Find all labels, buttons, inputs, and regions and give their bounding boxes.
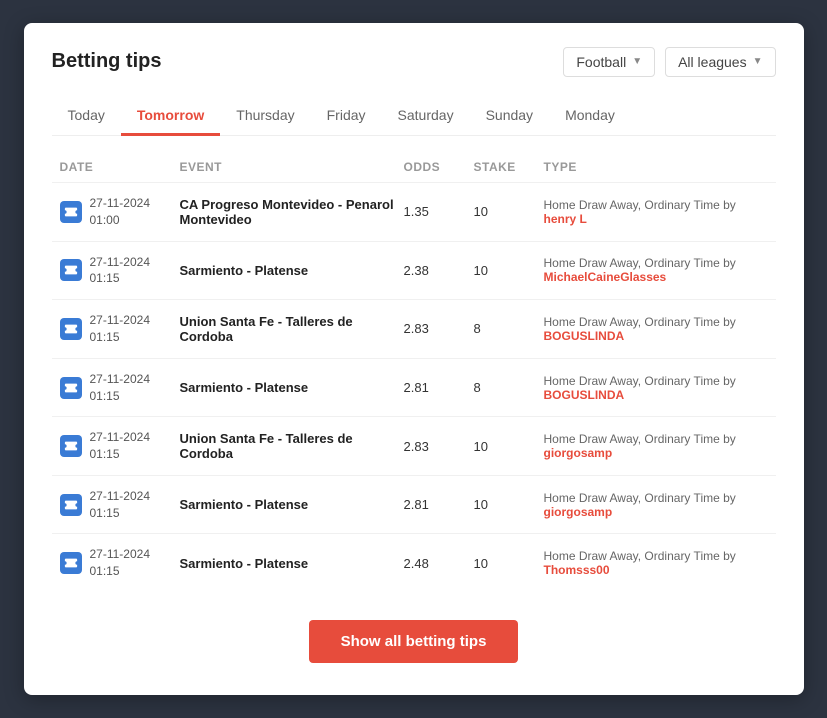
tab-saturday[interactable]: Saturday (382, 97, 470, 136)
ticket-icon (60, 318, 82, 340)
leagues-filter[interactable]: All leagues ▼ (665, 47, 775, 77)
odds-value: 2.81 (404, 497, 474, 512)
date-cell: 27-11-2024 01:15 (60, 312, 180, 346)
type-cell: Home Draw Away, Ordinary Time by giorgos… (544, 491, 768, 519)
date-cell: 27-11-2024 01:15 (60, 546, 180, 580)
tab-thursday[interactable]: Thursday (220, 97, 310, 136)
date-text: 27-11-2024 01:15 (90, 546, 151, 580)
tab-tomorrow[interactable]: Tomorrow (121, 97, 220, 136)
table-row: 27-11-2024 01:15 Sarmiento - Platense 2.… (52, 475, 776, 534)
event-name: Sarmiento - Platense (180, 556, 404, 571)
table-row: 27-11-2024 01:15 Sarmiento - Platense 2.… (52, 358, 776, 417)
odds-value: 2.38 (404, 263, 474, 278)
type-cell: Home Draw Away, Ordinary Time by henry L (544, 198, 768, 226)
tab-monday[interactable]: Monday (549, 97, 631, 136)
user-link[interactable]: BOGUSLINDA (544, 388, 625, 402)
stake-value: 10 (474, 204, 544, 219)
show-all-wrap: Show all betting tips (52, 620, 776, 663)
ticket-svg (64, 263, 78, 277)
chevron-down-icon: ▼ (632, 56, 642, 67)
col-date: DATE (60, 160, 180, 174)
user-link[interactable]: Thomsss00 (544, 563, 610, 577)
date-text: 27-11-2024 01:15 (90, 371, 151, 405)
type-cell: Home Draw Away, Ordinary Time by Thomsss… (544, 549, 768, 577)
tab-bar: Today Tomorrow Thursday Friday Saturday … (52, 97, 776, 136)
card-header: Betting tips Football ▼ All leagues ▼ (52, 47, 776, 77)
date-text: 27-11-2024 01:15 (90, 312, 151, 346)
odds-value: 2.83 (404, 321, 474, 336)
stake-value: 8 (474, 380, 544, 395)
ticket-svg (64, 381, 78, 395)
odds-value: 2.83 (404, 439, 474, 454)
stake-value: 10 (474, 263, 544, 278)
col-type: TYPE (544, 160, 768, 174)
user-link[interactable]: MichaelCaineGlasses (544, 270, 667, 284)
ticket-icon (60, 494, 82, 516)
page-title: Betting tips (52, 50, 162, 73)
ticket-svg (64, 205, 78, 219)
stake-value: 10 (474, 497, 544, 512)
event-name: Union Santa Fe - Talleres de Cordoba (180, 314, 404, 344)
date-cell: 27-11-2024 01:15 (60, 429, 180, 463)
ticket-svg (64, 556, 78, 570)
user-link[interactable]: giorgosamp (544, 505, 613, 519)
event-name: CA Progreso Montevideo - Penarol Montevi… (180, 197, 404, 227)
table-row: 27-11-2024 01:15 Sarmiento - Platense 2.… (52, 241, 776, 300)
date-cell: 27-11-2024 01:00 (60, 195, 180, 229)
main-card: Betting tips Football ▼ All leagues ▼ To… (24, 23, 804, 695)
type-cell: Home Draw Away, Ordinary Time by BOGUSLI… (544, 315, 768, 343)
table-row: 27-11-2024 01:15 Union Santa Fe - Taller… (52, 299, 776, 358)
col-stake: STAKE (474, 160, 544, 174)
tab-sunday[interactable]: Sunday (470, 97, 549, 136)
event-name: Sarmiento - Platense (180, 380, 404, 395)
tab-friday[interactable]: Friday (311, 97, 382, 136)
date-text: 27-11-2024 01:00 (90, 195, 151, 229)
odds-value: 2.81 (404, 380, 474, 395)
stake-value: 8 (474, 321, 544, 336)
ticket-icon (60, 377, 82, 399)
ticket-icon (60, 552, 82, 574)
ticket-svg (64, 322, 78, 336)
football-filter-label: Football (576, 54, 626, 70)
date-text: 27-11-2024 01:15 (90, 488, 151, 522)
user-link[interactable]: henry L (544, 212, 587, 226)
type-cell: Home Draw Away, Ordinary Time by Michael… (544, 256, 768, 284)
table-row: 27-11-2024 01:00 CA Progreso Montevideo … (52, 182, 776, 241)
odds-value: 2.48 (404, 556, 474, 571)
event-name: Sarmiento - Platense (180, 497, 404, 512)
chevron-down-icon: ▼ (753, 56, 763, 67)
ticket-svg (64, 498, 78, 512)
show-all-button[interactable]: Show all betting tips (309, 620, 519, 663)
ticket-svg (64, 439, 78, 453)
table-body: 27-11-2024 01:00 CA Progreso Montevideo … (52, 182, 776, 592)
type-cell: Home Draw Away, Ordinary Time by giorgos… (544, 432, 768, 460)
stake-value: 10 (474, 439, 544, 454)
user-link[interactable]: giorgosamp (544, 446, 613, 460)
odds-value: 1.35 (404, 204, 474, 219)
ticket-icon (60, 201, 82, 223)
filters: Football ▼ All leagues ▼ (563, 47, 775, 77)
leagues-filter-label: All leagues (678, 54, 747, 70)
table-header: DATE EVENT ODDS STAKE TYPE (52, 152, 776, 182)
date-text: 27-11-2024 01:15 (90, 429, 151, 463)
event-name: Union Santa Fe - Talleres de Cordoba (180, 431, 404, 461)
date-cell: 27-11-2024 01:15 (60, 371, 180, 405)
table-row: 27-11-2024 01:15 Union Santa Fe - Taller… (52, 416, 776, 475)
tab-today[interactable]: Today (52, 97, 121, 136)
date-text: 27-11-2024 01:15 (90, 254, 151, 288)
event-name: Sarmiento - Platense (180, 263, 404, 278)
football-filter[interactable]: Football ▼ (563, 47, 655, 77)
stake-value: 10 (474, 556, 544, 571)
ticket-icon (60, 259, 82, 281)
type-cell: Home Draw Away, Ordinary Time by BOGUSLI… (544, 374, 768, 402)
col-event: EVENT (180, 160, 404, 174)
user-link[interactable]: BOGUSLINDA (544, 329, 625, 343)
date-cell: 27-11-2024 01:15 (60, 488, 180, 522)
col-odds: ODDS (404, 160, 474, 174)
date-cell: 27-11-2024 01:15 (60, 254, 180, 288)
ticket-icon (60, 435, 82, 457)
table-row: 27-11-2024 01:15 Sarmiento - Platense 2.… (52, 533, 776, 592)
